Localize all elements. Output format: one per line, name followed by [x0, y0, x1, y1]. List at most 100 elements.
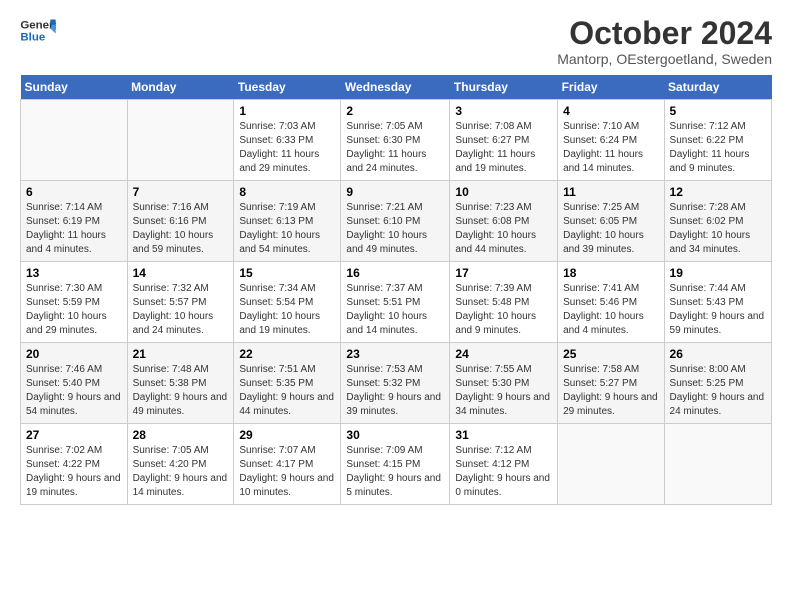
day-cell: 19 Sunrise: 7:44 AM Sunset: 5:43 PM Dayli…: [664, 262, 771, 343]
day-cell: [558, 424, 664, 505]
day-number: 4: [563, 104, 658, 118]
day-cell: 15 Sunrise: 7:34 AM Sunset: 5:54 PM Dayli…: [234, 262, 341, 343]
logo: General Blue: [20, 16, 56, 46]
day-info: Sunrise: 7:44 AM Sunset: 5:43 PM Dayligh…: [670, 282, 766, 338]
day-number: 17: [455, 266, 552, 280]
day-number: 25: [563, 347, 658, 361]
day-info: Sunrise: 7:37 AM Sunset: 5:51 PM Dayligh…: [346, 282, 444, 338]
day-info: Sunrise: 7:46 AM Sunset: 5:40 PM Dayligh…: [26, 363, 122, 419]
day-cell: 24 Sunrise: 7:55 AM Sunset: 5:30 PM Dayli…: [450, 343, 558, 424]
day-number: 15: [239, 266, 335, 280]
day-cell: 30Sunrise: 7:09 AM Sunset: 4:15 PM Dayli…: [341, 424, 450, 505]
day-number: 8: [239, 185, 335, 199]
day-info: Sunrise: 7:32 AM Sunset: 5:57 PM Dayligh…: [133, 282, 229, 338]
location-subtitle: Mantorp, OEstergoetland, Sweden: [557, 51, 772, 67]
day-info: Sunrise: 7:02 AM Sunset: 4:22 PM Dayligh…: [26, 444, 122, 500]
day-number: 24: [455, 347, 552, 361]
day-number: 29: [239, 428, 335, 442]
day-info: Sunrise: 7:09 AM Sunset: 4:15 PM Dayligh…: [346, 444, 444, 500]
day-cell: 21 Sunrise: 7:48 AM Sunset: 5:38 PM Dayli…: [127, 343, 234, 424]
col-wednesday: Wednesday: [341, 75, 450, 100]
day-cell: 9Sunrise: 7:21 AM Sunset: 6:10 PM Daylig…: [341, 181, 450, 262]
day-cell: [21, 100, 128, 181]
day-info: Sunrise: 7:34 AM Sunset: 5:54 PM Dayligh…: [239, 282, 335, 338]
day-info: Sunrise: 7:19 AM Sunset: 6:13 PM Dayligh…: [239, 201, 335, 257]
week-row-2: 6 Sunrise: 7:14 AM Sunset: 6:19 PM Daylig…: [21, 181, 772, 262]
day-cell: 13 Sunrise: 7:30 AM Sunset: 5:59 PM Dayli…: [21, 262, 128, 343]
day-info: Sunrise: 7:05 AM Sunset: 4:20 PM Dayligh…: [133, 444, 229, 500]
day-info: Sunrise: 7:48 AM Sunset: 5:38 PM Dayligh…: [133, 363, 229, 419]
day-info: Sunrise: 7:30 AM Sunset: 5:59 PM Dayligh…: [26, 282, 122, 338]
header-row: Sunday Monday Tuesday Wednesday Thursday…: [21, 75, 772, 100]
day-cell: [127, 100, 234, 181]
day-info: Sunrise: 7:16 AM Sunset: 6:16 PM Dayligh…: [133, 201, 229, 257]
svg-text:Blue: Blue: [20, 32, 45, 44]
day-number: 23: [346, 347, 444, 361]
day-info: Sunrise: 7:10 AM Sunset: 6:24 PM Dayligh…: [563, 120, 658, 176]
day-cell: [664, 424, 771, 505]
day-cell: 29Sunrise: 7:07 AM Sunset: 4:17 PM Dayli…: [234, 424, 341, 505]
header: General Blue October 2024 Mantorp, OEste…: [20, 16, 772, 67]
day-info: Sunrise: 7:23 AM Sunset: 6:08 PM Dayligh…: [455, 201, 552, 257]
day-info: Sunrise: 7:08 AM Sunset: 6:27 PM Dayligh…: [455, 120, 552, 176]
month-title: October 2024: [557, 16, 772, 51]
week-row-1: 1 Sunrise: 7:03 AM Sunset: 6:33 PM Daylig…: [21, 100, 772, 181]
col-saturday: Saturday: [664, 75, 771, 100]
logo-icon: General Blue: [20, 16, 56, 46]
col-sunday: Sunday: [21, 75, 128, 100]
day-cell: 3Sunrise: 7:08 AM Sunset: 6:27 PM Daylig…: [450, 100, 558, 181]
week-row-5: 27 Sunrise: 7:02 AM Sunset: 4:22 PM Dayli…: [21, 424, 772, 505]
day-number: 12: [670, 185, 766, 199]
day-cell: 25 Sunrise: 7:58 AM Sunset: 5:27 PM Dayli…: [558, 343, 664, 424]
day-info: Sunrise: 8:00 AM Sunset: 5:25 PM Dayligh…: [670, 363, 766, 419]
day-info: Sunrise: 7:28 AM Sunset: 6:02 PM Dayligh…: [670, 201, 766, 257]
day-cell: 22 Sunrise: 7:51 AM Sunset: 5:35 PM Dayli…: [234, 343, 341, 424]
day-number: 18: [563, 266, 658, 280]
title-block: October 2024 Mantorp, OEstergoetland, Sw…: [557, 16, 772, 67]
day-cell: 26 Sunrise: 8:00 AM Sunset: 5:25 PM Dayli…: [664, 343, 771, 424]
day-info: Sunrise: 7:55 AM Sunset: 5:30 PM Dayligh…: [455, 363, 552, 419]
day-number: 21: [133, 347, 229, 361]
day-number: 13: [26, 266, 122, 280]
day-number: 2: [346, 104, 444, 118]
day-number: 7: [133, 185, 229, 199]
day-info: Sunrise: 7:41 AM Sunset: 5:46 PM Dayligh…: [563, 282, 658, 338]
day-number: 22: [239, 347, 335, 361]
day-number: 27: [26, 428, 122, 442]
day-number: 6: [26, 185, 122, 199]
day-cell: 5Sunrise: 7:12 AM Sunset: 6:22 PM Daylig…: [664, 100, 771, 181]
day-info: Sunrise: 7:03 AM Sunset: 6:33 PM Dayligh…: [239, 120, 335, 176]
day-number: 16: [346, 266, 444, 280]
day-info: Sunrise: 7:58 AM Sunset: 5:27 PM Dayligh…: [563, 363, 658, 419]
day-cell: 27 Sunrise: 7:02 AM Sunset: 4:22 PM Dayli…: [21, 424, 128, 505]
day-cell: 7 Sunrise: 7:16 AM Sunset: 6:16 PM Daylig…: [127, 181, 234, 262]
day-number: 31: [455, 428, 552, 442]
day-info: Sunrise: 7:12 AM Sunset: 4:12 PM Dayligh…: [455, 444, 552, 500]
day-info: Sunrise: 7:05 AM Sunset: 6:30 PM Dayligh…: [346, 120, 444, 176]
day-number: 26: [670, 347, 766, 361]
day-number: 19: [670, 266, 766, 280]
day-cell: 20 Sunrise: 7:46 AM Sunset: 5:40 PM Dayli…: [21, 343, 128, 424]
calendar-table: Sunday Monday Tuesday Wednesday Thursday…: [20, 75, 772, 505]
day-cell: 10 Sunrise: 7:23 AM Sunset: 6:08 PM Dayli…: [450, 181, 558, 262]
day-number: 5: [670, 104, 766, 118]
col-monday: Monday: [127, 75, 234, 100]
col-thursday: Thursday: [450, 75, 558, 100]
day-cell: 16 Sunrise: 7:37 AM Sunset: 5:51 PM Dayli…: [341, 262, 450, 343]
day-cell: 18 Sunrise: 7:41 AM Sunset: 5:46 PM Dayli…: [558, 262, 664, 343]
day-number: 10: [455, 185, 552, 199]
day-number: 28: [133, 428, 229, 442]
day-info: Sunrise: 7:53 AM Sunset: 5:32 PM Dayligh…: [346, 363, 444, 419]
day-number: 9: [346, 185, 444, 199]
day-number: 14: [133, 266, 229, 280]
day-number: 1: [239, 104, 335, 118]
day-info: Sunrise: 7:14 AM Sunset: 6:19 PM Dayligh…: [26, 201, 122, 257]
col-tuesday: Tuesday: [234, 75, 341, 100]
day-cell: 8 Sunrise: 7:19 AM Sunset: 6:13 PM Daylig…: [234, 181, 341, 262]
day-info: Sunrise: 7:39 AM Sunset: 5:48 PM Dayligh…: [455, 282, 552, 338]
day-cell: 6 Sunrise: 7:14 AM Sunset: 6:19 PM Daylig…: [21, 181, 128, 262]
day-number: 11: [563, 185, 658, 199]
day-number: 20: [26, 347, 122, 361]
day-info: Sunrise: 7:51 AM Sunset: 5:35 PM Dayligh…: [239, 363, 335, 419]
col-friday: Friday: [558, 75, 664, 100]
